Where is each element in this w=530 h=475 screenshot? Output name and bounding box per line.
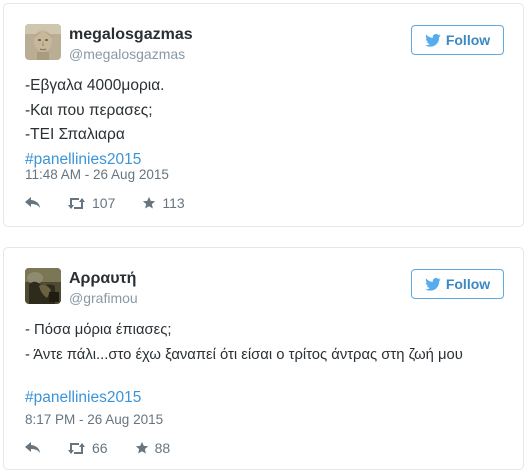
tweet-card: Αρραυτή @grafimou Follow - Πόσα μόρια έπ… [3,247,524,470]
retweet-count: 107 [92,195,116,211]
retweet-button[interactable]: 66 [67,440,108,456]
tweet-actions: 66 88 [25,440,170,456]
tweet-line: - Άντε πάλι...στο έχω ξαναπεί ότι είσαι … [25,346,463,363]
statue-avatar-icon[interactable] [25,24,61,60]
reply-button[interactable] [25,442,41,454]
twitter-bird-icon [425,277,441,291]
user-handle[interactable]: @megalosgazmas [69,46,185,62]
star-icon [143,196,156,209]
reply-icon [25,197,40,208]
favorite-button[interactable]: 113 [142,195,185,211]
follow-button[interactable]: Follow [411,269,504,299]
favorite-count: 88 [154,440,171,456]
tweet-actions: 107 113 [25,195,185,211]
retweet-button[interactable]: 107 [67,195,115,211]
reply-button[interactable] [25,197,41,209]
tweet-line: -Εβγαλα 4000μορια. [25,77,165,94]
display-name[interactable]: megalosgazmas [69,26,193,44]
retweet-icon [68,442,85,454]
follow-label: Follow [445,276,491,292]
follow-label: Follow [445,32,491,48]
tweet-line: -ΤΕΙ Σπαλιαρα [25,126,125,143]
display-name[interactable]: Αρραυτή [69,270,136,288]
reply-icon [25,442,40,453]
tweet-timestamp[interactable]: 11:48 AM - 26 Aug 2015 [25,167,169,182]
star-icon [135,441,148,454]
retweet-icon [68,197,85,209]
hashtag-link[interactable]: #panellinies2015 [25,386,141,411]
tweet-text: -Εβγαλα 4000μορια. -Και που περασες; -ΤΕ… [25,74,164,172]
favorite-count: 113 [162,195,185,211]
tweet-line: -Και που περασες; [25,101,153,119]
user-handle[interactable]: @grafimou [69,290,138,306]
tweet-card: megalosgazmas @megalosgazmas Follow -Εβγ… [3,3,524,227]
photo-avatar-icon[interactable] [25,268,61,304]
favorite-button[interactable]: 88 [135,440,171,456]
tweet-line: - Πόσα μόρια έπιασες; [25,322,172,338]
retweet-count: 66 [92,440,108,456]
follow-button[interactable]: Follow [411,25,504,55]
tweet-text: - Πόσα μόρια έπιασες; - Άντε πάλι...στο … [25,318,463,367]
tweet-timestamp[interactable]: 8:17 PM - 26 Aug 2015 [25,412,163,427]
twitter-bird-icon [425,33,441,47]
